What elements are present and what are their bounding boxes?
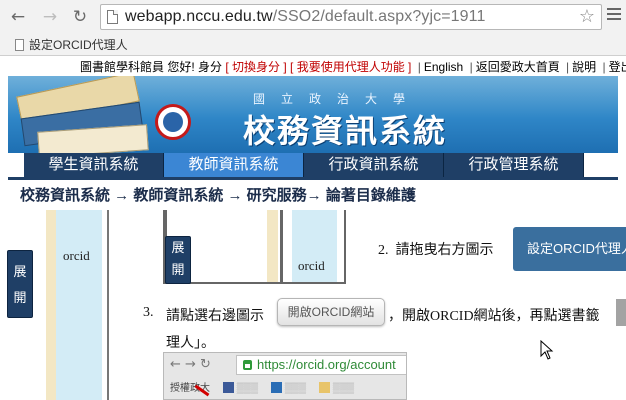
system-title: 校務資訊系統 (243, 112, 448, 150)
tab-administrative-info[interactable]: 行政資訊系統 (304, 153, 444, 177)
scrollbar-thumb[interactable] (616, 299, 626, 326)
tab-student[interactable]: 學生資訊系統 (24, 153, 164, 177)
embedded-browser-screenshot: ← → ↻ https://orcid.org/account 授權政大 ▒▒▒… (163, 352, 407, 400)
browser-chrome: ← → ↻ webapp.nccu.edu.tw/SSO2/default.as… (0, 0, 626, 56)
address-bar[interactable]: webapp.nccu.edu.tw/SSO2/default.aspx?yjc… (100, 4, 602, 30)
university-name: 國立政治大學 (253, 92, 422, 106)
help-link[interactable]: 說明 (572, 60, 596, 74)
mouse-cursor-icon (540, 340, 554, 360)
left-column-stripe (46, 210, 56, 400)
set-orcid-proxy-button[interactable]: 設定ORCID代理人 (513, 227, 626, 271)
logout-link[interactable]: 登出 (609, 60, 626, 74)
lock-icon (243, 360, 252, 370)
english-link[interactable]: English (424, 60, 463, 74)
url-text[interactable]: webapp.nccu.edu.tw/SSO2/default.aspx?yjc… (125, 8, 485, 26)
main-tabs: 學生資訊系統 教師資訊系統 行政資訊系統 行政管理系統 (24, 153, 584, 177)
orcid-label-left: orcid (63, 248, 90, 263)
bookmark-star-icon[interactable]: ☆ (579, 6, 595, 27)
folder-icon (318, 382, 330, 393)
inner-right-border (344, 210, 346, 284)
inner-stripe (267, 210, 278, 282)
books-illustration (8, 76, 149, 153)
breadcrumb: 校務資訊系統 → 教師資訊系統 → 研究服務→ 論著目錄維護 (20, 187, 416, 204)
proxy-function-link[interactable]: [ 我要使用代理人功能 ] (290, 60, 411, 74)
embedded-address-bar: https://orcid.org/account (236, 355, 406, 375)
embedded-nav-icons: ← → ↻ (170, 357, 211, 372)
left-divider (107, 210, 109, 400)
tab-administrative-management[interactable]: 行政管理系統 (444, 153, 584, 177)
home-link[interactable]: 返回愛政大首頁 (476, 60, 560, 74)
back-icon[interactable]: ← (8, 7, 28, 27)
greeting-text: 圖書館學科館員 您好! 身分 (80, 60, 223, 74)
tab-faculty[interactable]: 教師資訊系統 (164, 153, 304, 177)
reload-icon[interactable]: ↻ (70, 7, 90, 27)
left-column-panel (56, 210, 102, 400)
step-2: 2. 請拖曳右方圖示 (378, 243, 494, 258)
expand-tab-left[interactable]: 展開 (7, 250, 33, 318)
facebook-icon (222, 382, 234, 393)
embedded-url: https://orcid.org/account (257, 357, 396, 372)
step-3-suffix: ，開啟ORCID網站後，再點選書籤 (388, 309, 600, 324)
bookmark-item[interactable]: 設定ORCID代理人 (15, 36, 128, 53)
menu-icon[interactable] (607, 8, 621, 22)
bookmark-label: 設定ORCID代理人 (29, 38, 128, 52)
forward-icon[interactable]: → (40, 7, 60, 27)
top-links: 圖書館學科館員 您好! 身分 [ 切換身分 ] [ 我要使用代理人功能 ] | E… (80, 58, 626, 76)
expand-tab-inner[interactable]: 展 開 (165, 236, 191, 284)
site-banner: 國立政治大學 校務資訊系統 (8, 76, 618, 153)
switch-identity-link[interactable]: [ 切換身分 ] (225, 60, 286, 74)
orcid-label-inner: orcid (298, 258, 325, 273)
step-3-line2: 理人」。 (166, 336, 215, 351)
open-orcid-site-button[interactable]: 開啟ORCID網站 (277, 298, 385, 326)
step-3-prefix: 請點選右邊圖示 (166, 309, 264, 324)
page-icon (107, 10, 118, 24)
tab-underline (8, 177, 618, 180)
step-3-number: 3. (143, 305, 154, 320)
content-area: orcid 展開 展 開 orcid 2. 請拖曳右方圖示 設定ORCID代理人… (0, 210, 626, 400)
university-seal-icon (155, 104, 191, 140)
blue-bookmark-icon (270, 382, 282, 393)
inner-divider (280, 210, 283, 282)
bookmark-page-icon (15, 39, 24, 51)
